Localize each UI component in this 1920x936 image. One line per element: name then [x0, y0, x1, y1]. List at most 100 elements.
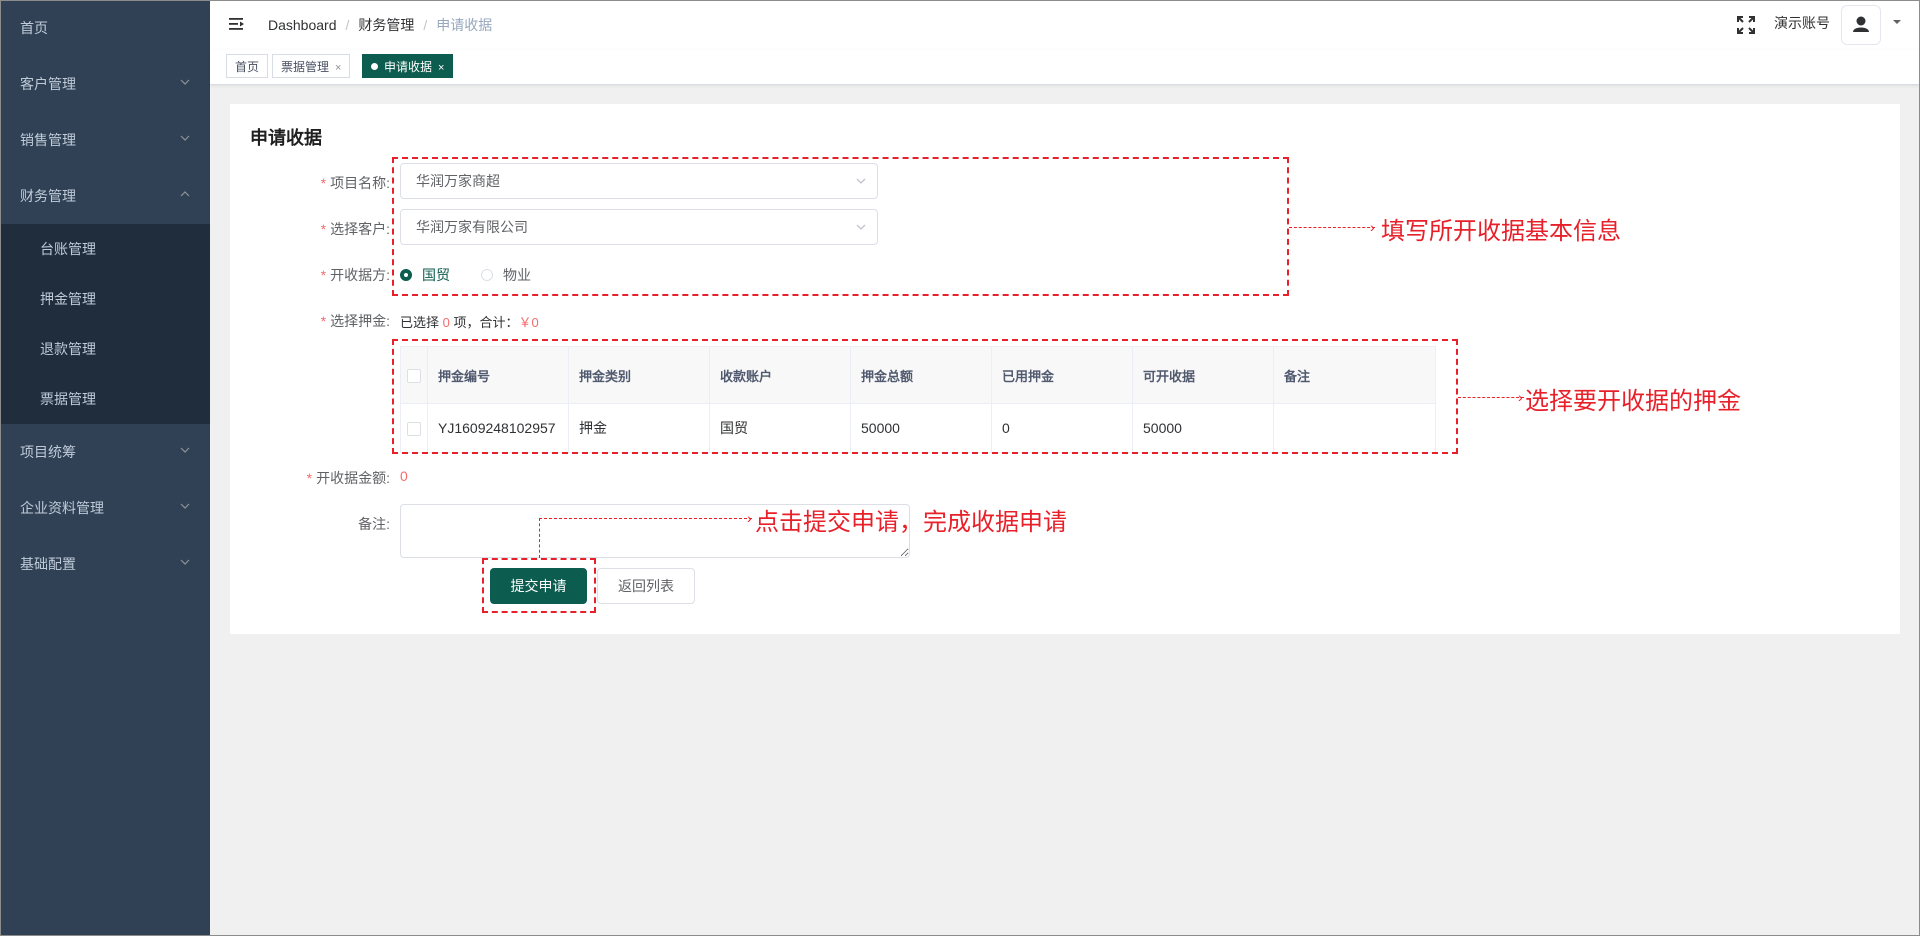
fullscreen-icon[interactable] [1736, 15, 1756, 35]
sidebar-item-ledger[interactable]: 台账管理 [0, 224, 210, 274]
chevron-down-icon [180, 536, 190, 592]
deposit-label: * 选择押金: [320, 313, 390, 329]
sidebar-item-deposit[interactable]: 押金管理 [0, 274, 210, 324]
tag-apply-receipt[interactable]: 申请收据 × [362, 54, 454, 78]
chevron-down-icon [855, 210, 867, 257]
sidebar-item-label: 财务管理 [20, 188, 76, 204]
arrow-right-icon: › [1518, 389, 1523, 405]
col-deposit-no: 押金编号 [427, 346, 569, 404]
chevron-down-icon [855, 164, 867, 211]
sidebar-item-customers[interactable]: 客户管理 [0, 56, 210, 112]
finance-submenu: 台账管理 押金管理 退款管理 票据管理 [0, 224, 210, 424]
sidebar-item-label: 企业资料管理 [20, 500, 104, 516]
selected-count: 0 [442, 315, 450, 330]
breadcrumb-dashboard[interactable]: Dashboard [268, 17, 337, 33]
sidebar-item-company-info[interactable]: 企业资料管理 [0, 480, 210, 536]
tag-label: 票据管理 [281, 60, 330, 74]
chevron-down-icon [180, 56, 190, 112]
breadcrumb-separator: / [345, 17, 350, 33]
submit-button[interactable]: 提交申请 [490, 568, 587, 604]
tag-label: 首页 [235, 60, 260, 74]
caret-down-icon[interactable] [1892, 17, 1902, 30]
select-all-checkbox[interactable] [407, 368, 421, 383]
cell-total: 50000 [850, 403, 992, 453]
cell-available: 50000 [1132, 403, 1274, 453]
cell-account: 国贸 [709, 403, 851, 453]
col-total: 押金总额 [850, 346, 992, 404]
sidebar-item-refund[interactable]: 退款管理 [0, 324, 210, 374]
selected-total: ￥0 [518, 315, 539, 330]
account-name[interactable]: 演示账号 [1774, 0, 1830, 46]
project-label: * 项目名称: [320, 175, 390, 191]
annotation-submit: 点击提交申请，完成收据申请 [755, 509, 1067, 536]
tag-receipts[interactable]: 票据管理 × [272, 54, 351, 78]
col-available: 可开收据 [1132, 346, 1274, 404]
sidebar-item-label: 首页 [20, 20, 48, 36]
sidebar-item-home[interactable]: 首页 [0, 0, 210, 56]
tags-view: 首页 票据管理 × 申请收据 × [210, 50, 1920, 85]
breadcrumb-current: 申请收据 [436, 17, 493, 33]
annotation-select-deposit: 选择要开收据的押金 [1525, 388, 1741, 415]
sidebar-item-receipts[interactable]: 票据管理 [0, 374, 210, 424]
cell-used: 0 [991, 403, 1133, 453]
sidebar-item-finance[interactable]: 财务管理 [0, 168, 210, 224]
annotation-line [539, 518, 540, 558]
col-used: 已用押金 [991, 346, 1133, 404]
issuer-label: * 开收据方: [320, 267, 390, 283]
remark-label: 备注: [358, 516, 390, 532]
project-select[interactable]: 华润万家商超 [400, 163, 878, 199]
sidebar-item-sales[interactable]: 销售管理 [0, 112, 210, 168]
cell-deposit-type: 押金 [568, 403, 710, 453]
sidebar-item-label: 销售管理 [20, 132, 76, 148]
chevron-up-icon [180, 168, 190, 224]
close-icon[interactable]: × [438, 62, 444, 74]
col-account: 收款账户 [709, 346, 851, 404]
row-select-cell [400, 403, 428, 453]
navbar: Dashboard / 财务管理 / 申请收据 演示账号 [210, 0, 1920, 51]
issuer-radio-property[interactable]: 物业 [481, 265, 531, 285]
sidebar-item-project-planning[interactable]: 项目统筹 [0, 424, 210, 480]
hamburger-icon[interactable] [227, 14, 247, 34]
radio-circle [400, 269, 412, 281]
cell-deposit-no: YJ1609248102957 [427, 403, 569, 453]
breadcrumb: Dashboard / 财务管理 / 申请收据 [268, 0, 492, 50]
annotation-line [539, 518, 752, 519]
sidebar-item-label: 客户管理 [20, 76, 76, 92]
user-icon [1853, 16, 1869, 32]
row-checkbox[interactable] [407, 422, 421, 437]
sidebar-item-label: 项目统筹 [20, 444, 76, 460]
customer-label: * 选择客户: [320, 221, 390, 237]
page-title: 申请收据 [250, 128, 322, 148]
breadcrumb-finance[interactable]: 财务管理 [358, 17, 414, 33]
chevron-down-icon [180, 424, 190, 480]
table-header-row: 押金编号 押金类别 收款账户 押金总额 已用押金 可开收据 备注 [400, 346, 1436, 404]
amount-value: 0 [400, 468, 408, 484]
issuer-radio-guomao[interactable]: 国贸 [400, 265, 450, 285]
arrow-right-icon: › [1370, 219, 1375, 235]
tag-label: 申请收据 [384, 60, 433, 74]
deposit-table: 押金编号 押金类别 收款账户 押金总额 已用押金 可开收据 备注 YJ16092… [400, 346, 1436, 453]
close-icon[interactable]: × [335, 62, 341, 74]
sidebar: 首页 客户管理 销售管理 财务管理 台账管理 押金管理 退款管理 票据管理 项目… [0, 0, 210, 936]
breadcrumb-separator: / [423, 17, 428, 33]
table-row[interactable]: YJ1609248102957 押金 国贸 50000 0 50000 [400, 403, 1436, 453]
active-dot-icon [371, 63, 378, 70]
sidebar-item-basic-config[interactable]: 基础配置 [0, 536, 210, 592]
annotation-line [1458, 397, 1524, 398]
sidebar-item-label: 基础配置 [20, 556, 76, 572]
annotation-basic-info: 填写所开收据基本信息 [1381, 218, 1621, 245]
form-card: 申请收据 * 项目名称: 华润万家商超 * 选择客户: 华润万家有限公司 * 开收据方… [230, 104, 1900, 634]
col-remark: 备注 [1273, 346, 1436, 404]
tag-home[interactable]: 首页 [226, 54, 269, 78]
chevron-down-icon [180, 112, 190, 168]
back-to-list-button[interactable]: 返回列表 [597, 568, 695, 604]
annotation-line [1289, 227, 1375, 228]
project-select-value: 华润万家商超 [416, 173, 500, 189]
customer-select-value: 华润万家有限公司 [416, 219, 528, 235]
chevron-down-icon [180, 480, 190, 536]
avatar[interactable] [1841, 5, 1881, 45]
customer-select[interactable]: 华润万家有限公司 [400, 209, 878, 245]
amount-label: * 开收据金额: [306, 470, 390, 486]
arrow-right-icon: › [747, 510, 752, 526]
deposit-summary: 已选择 0 项，合计：￥0 [400, 315, 539, 330]
